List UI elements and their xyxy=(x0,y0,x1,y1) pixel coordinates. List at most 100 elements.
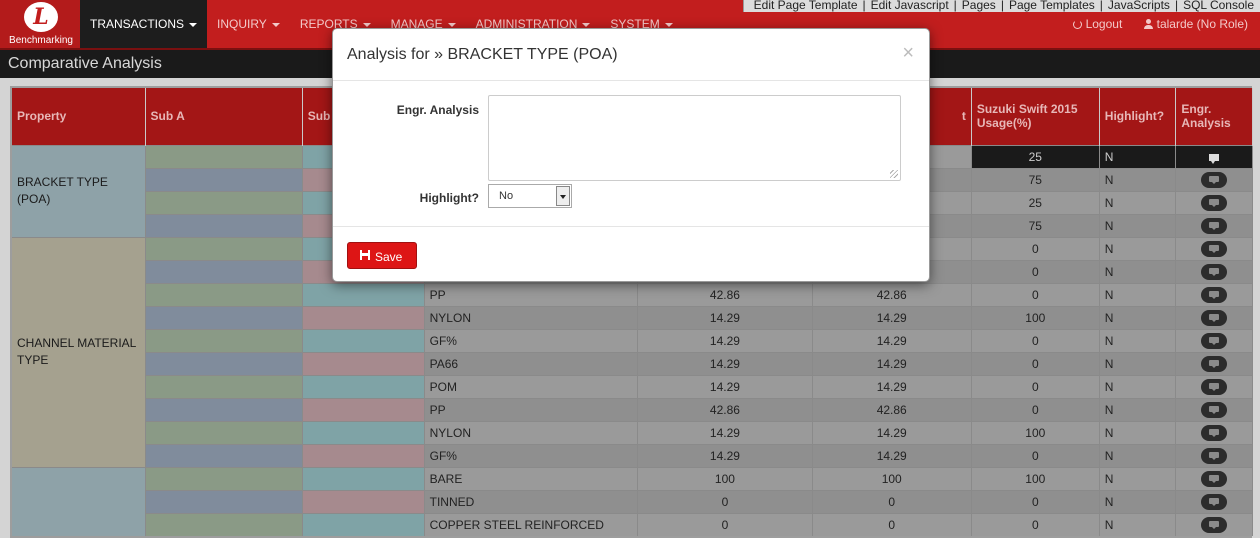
col-sub-a[interactable]: Sub A xyxy=(145,88,303,145)
highlight-cell: N xyxy=(1099,512,1177,536)
comment-icon[interactable] xyxy=(1201,217,1228,234)
highlight-cell: N xyxy=(1099,351,1177,375)
sub-c-cell: POM xyxy=(424,374,639,398)
col-highlight[interactable]: Highlight? xyxy=(1099,88,1177,145)
sub-c-cell: GF% xyxy=(424,328,639,352)
logout-link[interactable]: Logout xyxy=(1072,17,1122,31)
property-cell xyxy=(12,466,146,536)
comment-icon[interactable] xyxy=(1201,516,1228,533)
pages-link[interactable]: Pages xyxy=(962,0,996,12)
value-cell: 14.29 xyxy=(812,351,972,375)
engr-analysis-cell xyxy=(1175,489,1253,513)
sub-c-cell: PP xyxy=(424,397,639,421)
usage-cell: 100 xyxy=(971,466,1100,490)
sub-a-cell xyxy=(145,213,303,237)
nav-inquiry[interactable]: INQUIRY xyxy=(207,0,290,48)
property-cell: CHANNEL MATERIAL TYPE xyxy=(12,236,146,467)
edit-page-template-link[interactable]: Edit Page Template xyxy=(754,0,858,12)
user-menu[interactable]: talarde (No Role) xyxy=(1143,17,1248,31)
javascripts-link[interactable]: JavaScripts xyxy=(1108,0,1170,12)
highlight-cell: N xyxy=(1099,144,1177,168)
sub-c-cell: BARE xyxy=(424,466,639,490)
comment-icon[interactable] xyxy=(1201,378,1228,395)
comment-icon[interactable] xyxy=(1201,401,1228,418)
highlight-cell: N xyxy=(1099,190,1177,214)
engr-analysis-label: Engr. Analysis xyxy=(396,103,479,117)
close-icon[interactable]: × xyxy=(902,42,914,65)
sub-b-cell xyxy=(302,420,425,444)
usage-cell: 0 xyxy=(971,443,1100,467)
usage-cell: 0 xyxy=(971,328,1100,352)
usage-cell: 0 xyxy=(971,236,1100,260)
comment-icon[interactable] xyxy=(1201,493,1228,510)
nav-transactions[interactable]: TRANSACTIONS xyxy=(80,0,208,48)
sub-a-cell xyxy=(145,420,303,444)
comment-icon[interactable] xyxy=(1201,332,1228,349)
sub-c-cell: TINNED xyxy=(424,489,639,513)
col-property[interactable]: Property xyxy=(12,88,146,145)
comment-icon[interactable] xyxy=(1201,355,1228,372)
col-engr-analysis[interactable]: Engr. Analysis xyxy=(1175,88,1253,145)
table-row: PP 42.86 42.86 0 N xyxy=(12,282,1253,306)
comment-icon[interactable] xyxy=(1201,309,1228,326)
value-cell: 14.29 xyxy=(812,443,972,467)
engr-analysis-cell xyxy=(1175,351,1253,375)
power-icon xyxy=(1072,20,1082,29)
comment-icon[interactable] xyxy=(1201,470,1228,487)
user-icon xyxy=(1143,19,1153,29)
comment-icon[interactable] xyxy=(1201,447,1228,464)
logo-mark: L xyxy=(24,2,58,32)
highlight-cell: N xyxy=(1099,374,1177,398)
highlight-label: Highlight? xyxy=(419,191,479,205)
comment-icon[interactable] xyxy=(1201,263,1228,280)
value-cell: 100 xyxy=(812,466,972,490)
comment-icon[interactable] xyxy=(1201,240,1228,257)
modal-title: Analysis for » BRACKET TYPE (POA) xyxy=(347,46,618,63)
engr-analysis-cell xyxy=(1175,466,1253,490)
sql-console-link[interactable]: SQL Console xyxy=(1183,0,1254,12)
highlight-select[interactable]: No xyxy=(488,184,572,208)
sub-c-cell: NYLON xyxy=(424,305,639,329)
value-cell: 14.29 xyxy=(812,328,972,352)
value-cell: 14.29 xyxy=(637,328,813,352)
comment-icon[interactable] xyxy=(1201,286,1228,303)
sub-a-cell xyxy=(145,512,303,536)
edit-javascript-link[interactable]: Edit Javascript xyxy=(871,0,949,12)
value-cell: 0 xyxy=(637,489,813,513)
sub-b-cell xyxy=(302,489,425,513)
engr-analysis-cell xyxy=(1175,397,1253,421)
engr-analysis-cell xyxy=(1175,420,1253,444)
nav-label: INQUIRY xyxy=(217,17,267,31)
usage-cell: 100 xyxy=(971,305,1100,329)
col-suzuki-usage[interactable]: Suzuki Swift 2015 Usage(%) xyxy=(971,88,1100,145)
sub-a-cell xyxy=(145,351,303,375)
dropdown-arrow-icon xyxy=(556,186,570,206)
modal-header: Analysis for » BRACKET TYPE (POA) × xyxy=(333,29,929,81)
save-button[interactable]: Save xyxy=(347,242,417,269)
nav-label: TRANSACTIONS xyxy=(90,17,185,31)
sub-b-cell xyxy=(302,397,425,421)
sub-b-cell xyxy=(302,443,425,467)
usage-cell: 100 xyxy=(971,420,1100,444)
value-cell: 0 xyxy=(812,489,972,513)
engr-analysis-textarea[interactable] xyxy=(488,95,901,181)
sub-a-cell xyxy=(145,374,303,398)
value-cell: 42.86 xyxy=(637,397,813,421)
caret-down-icon xyxy=(447,22,456,27)
caret-down-icon xyxy=(271,22,280,27)
comment-icon[interactable] xyxy=(1201,424,1228,441)
sub-c-cell: PP xyxy=(424,282,639,306)
comment-icon[interactable] xyxy=(1201,171,1228,188)
resize-grip-icon[interactable] xyxy=(890,170,898,178)
table-row: PP 42.86 42.86 0 N xyxy=(12,397,1253,421)
usage-cell: 0 xyxy=(971,512,1100,536)
page-title: Comparative Analysis xyxy=(8,55,162,72)
logo-text: Benchmarking xyxy=(9,35,73,46)
comment-icon[interactable] xyxy=(1209,153,1220,164)
comment-icon[interactable] xyxy=(1201,194,1228,211)
logo[interactable]: L Benchmarking xyxy=(0,0,80,48)
highlight-cell: N xyxy=(1099,236,1177,260)
sub-b-cell xyxy=(302,282,425,306)
sub-a-cell xyxy=(145,466,303,490)
page-templates-link[interactable]: Page Templates xyxy=(1009,0,1095,12)
